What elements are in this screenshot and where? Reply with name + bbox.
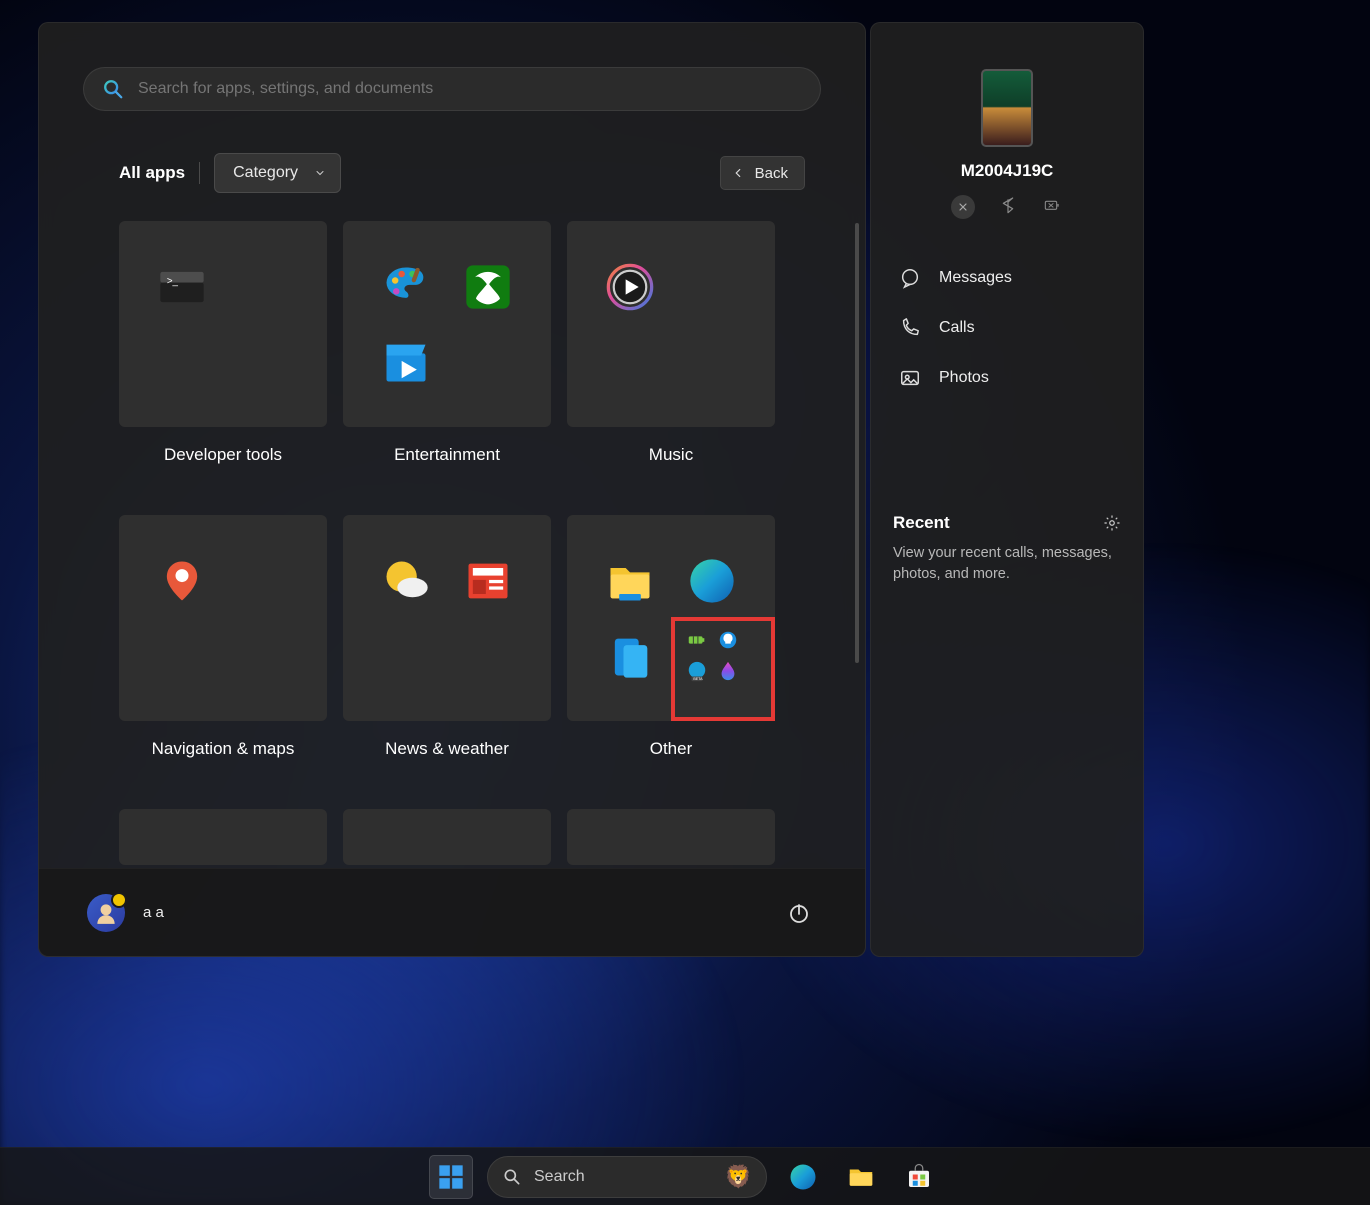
start-footer: a a xyxy=(39,868,865,956)
category-navigation-maps[interactable]: Navigation & maps xyxy=(119,515,327,759)
phone-thumbnail[interactable] xyxy=(981,69,1033,147)
movies-icon xyxy=(378,334,434,390)
xbox-icon xyxy=(460,259,516,315)
search-input[interactable] xyxy=(138,80,802,98)
settings-icon[interactable] xyxy=(1103,514,1121,532)
paint-drop-icon xyxy=(717,660,739,682)
store-icon xyxy=(904,1162,934,1192)
phone-link-label: Messages xyxy=(939,269,1012,287)
chevron-left-icon xyxy=(731,166,745,180)
category-label: Navigation & maps xyxy=(152,739,295,759)
category-partial[interactable] xyxy=(119,809,327,865)
edge-icon xyxy=(788,1162,818,1192)
phone-device-name: M2004J19C xyxy=(893,161,1121,181)
all-apps-label: All apps xyxy=(119,163,185,183)
start-menu: All apps Category Back >_ Developer tool… xyxy=(38,22,866,957)
phone-link-photos[interactable]: Photos xyxy=(893,353,1121,403)
battery-icon xyxy=(686,629,708,651)
category-label: Developer tools xyxy=(164,445,282,465)
taskbar-search[interactable]: Search 🦁 xyxy=(487,1156,767,1198)
windows-icon xyxy=(437,1163,465,1191)
search-icon xyxy=(102,78,124,100)
power-button[interactable] xyxy=(781,895,817,931)
paint-icon xyxy=(378,259,434,315)
edge-beta-icon: BETA xyxy=(686,660,708,682)
svg-text:BETA: BETA xyxy=(693,677,703,681)
search-highlight-icon: 🦁 xyxy=(725,1164,752,1190)
message-icon xyxy=(899,267,921,289)
user-avatar[interactable] xyxy=(87,894,125,932)
recent-description: View your recent calls, messages, photos… xyxy=(893,543,1121,585)
chevron-down-icon xyxy=(314,167,326,179)
taskbar-file-explorer[interactable] xyxy=(839,1155,883,1199)
category-label: Entertainment xyxy=(394,445,500,465)
category-news-weather[interactable]: News & weather xyxy=(343,515,551,759)
power-icon xyxy=(787,901,811,925)
search-bar[interactable] xyxy=(83,67,821,111)
file-explorer-icon xyxy=(602,553,658,609)
header-divider xyxy=(199,162,200,184)
terminal-icon: >_ xyxy=(154,259,210,315)
taskbar: Search 🦁 xyxy=(0,1147,1370,1205)
photo-icon xyxy=(899,367,921,389)
battery-unknown-icon[interactable] xyxy=(1041,195,1063,217)
edge-icon xyxy=(684,553,740,609)
taskbar-store[interactable] xyxy=(897,1155,941,1199)
phone-link-label: Calls xyxy=(939,319,975,337)
more-apps-cluster: BETA xyxy=(684,628,740,684)
news-icon xyxy=(460,553,516,609)
svg-text:>_: >_ xyxy=(167,275,179,286)
recent-section: Recent View your recent calls, messages,… xyxy=(893,513,1121,585)
back-button-label: Back xyxy=(755,165,788,182)
tips-icon xyxy=(717,629,739,651)
category-music[interactable]: Music xyxy=(567,221,775,465)
phone-link-label: Photos xyxy=(939,369,989,387)
category-dropdown-label: Category xyxy=(233,164,298,182)
apps-header: All apps Category Back xyxy=(39,111,865,193)
folder-icon xyxy=(846,1162,876,1192)
maps-icon xyxy=(154,553,210,609)
taskbar-search-placeholder: Search xyxy=(534,1168,585,1186)
phone-icon xyxy=(899,317,921,339)
phone-link-app-icon xyxy=(602,628,658,684)
search-icon xyxy=(502,1167,522,1187)
back-button[interactable]: Back xyxy=(720,156,805,190)
taskbar-edge[interactable] xyxy=(781,1155,825,1199)
username-label: a a xyxy=(143,904,164,921)
category-other[interactable]: BETA Other xyxy=(567,515,775,759)
phone-link-messages[interactable]: Messages xyxy=(893,253,1121,303)
category-label: News & weather xyxy=(385,739,509,759)
media-player-icon xyxy=(602,259,658,315)
category-label: Music xyxy=(649,445,693,465)
phone-companion-panel: M2004J19C Messages Calls Photos Recent V… xyxy=(870,22,1144,957)
category-entertainment[interactable]: Entertainment xyxy=(343,221,551,465)
bluetooth-icon[interactable] xyxy=(997,195,1019,217)
phone-status-icons xyxy=(893,195,1121,219)
disconnected-icon[interactable] xyxy=(951,195,975,219)
start-button[interactable] xyxy=(429,1155,473,1199)
categories-scroll: >_ Developer tools xyxy=(39,193,865,868)
weather-icon xyxy=(378,553,434,609)
category-partial[interactable] xyxy=(343,809,551,865)
category-label: Other xyxy=(650,739,693,759)
phone-link-calls[interactable]: Calls xyxy=(893,303,1121,353)
scrollbar[interactable] xyxy=(855,223,859,663)
recent-title: Recent xyxy=(893,513,950,533)
category-dropdown[interactable]: Category xyxy=(214,153,341,193)
category-partial[interactable] xyxy=(567,809,775,865)
category-developer-tools[interactable]: >_ Developer tools xyxy=(119,221,327,465)
